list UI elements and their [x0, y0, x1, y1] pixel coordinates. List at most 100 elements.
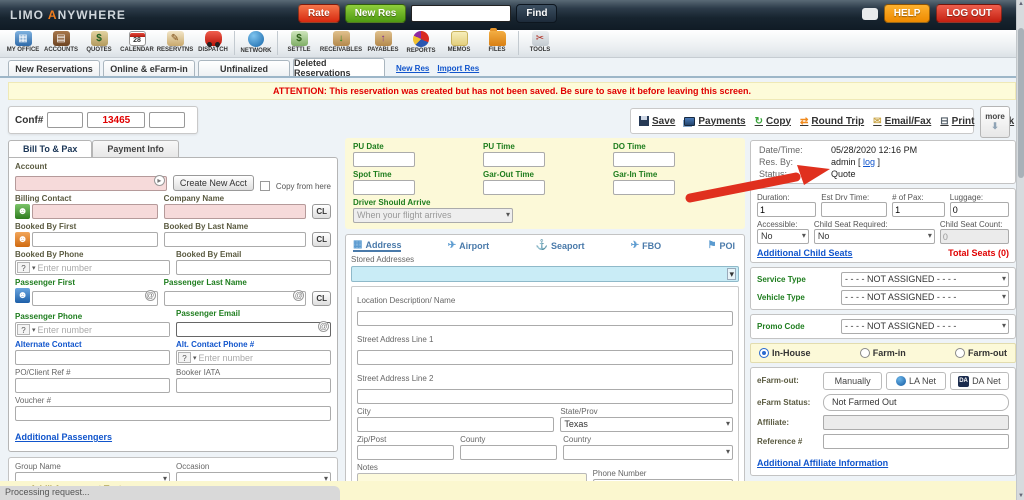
- zip-input[interactable]: [357, 445, 455, 460]
- tab-fbo[interactable]: ✈ FBO: [631, 239, 661, 252]
- new-res-link[interactable]: New Res: [396, 64, 429, 73]
- additional-affiliate-link[interactable]: Additional Affiliate Information: [757, 458, 888, 468]
- voucher-input[interactable]: [15, 406, 331, 421]
- farm-out-radio[interactable]: [955, 348, 965, 358]
- pu-time-input[interactable]: [483, 152, 545, 167]
- booked-by-phone-field[interactable]: ? ▾: [15, 260, 170, 275]
- booked-by-phone-input[interactable]: [37, 261, 169, 274]
- spot-time-input[interactable]: [353, 180, 415, 195]
- toolbar-dispatch[interactable]: DISPATCH: [194, 30, 232, 53]
- toolbar-memos[interactable]: MEMOS: [440, 30, 478, 53]
- tab-payment-info[interactable]: Payment Info: [92, 140, 179, 157]
- account-lookup-icon[interactable]: ▸: [153, 175, 165, 186]
- passenger-email-icon[interactable]: @: [318, 321, 329, 332]
- billing-contact-person-icon[interactable]: ☻: [15, 204, 30, 219]
- phone-country-code[interactable]: ?: [17, 262, 30, 273]
- conf-number-input[interactable]: [87, 112, 146, 128]
- tab-new-reservations[interactable]: New Reservations: [8, 60, 100, 76]
- duration-input[interactable]: [757, 202, 817, 217]
- booker-iata-input[interactable]: [176, 378, 331, 393]
- location-desc-input[interactable]: [357, 310, 733, 326]
- help-button[interactable]: HELP: [883, 4, 931, 23]
- scroll-down-icon[interactable]: ▼: [1017, 493, 1024, 499]
- passenger-last-input[interactable]: [163, 290, 307, 306]
- toolbar-settle[interactable]: $ SETTLE: [280, 30, 318, 53]
- street1-input[interactable]: [357, 349, 733, 365]
- toolbar-tools[interactable]: ✂ TOOLS: [521, 30, 559, 53]
- import-res-link[interactable]: Import Res: [437, 64, 479, 73]
- alt-contact-phone-field[interactable]: ? ▾: [176, 350, 331, 365]
- print-button[interactable]: ⊟ Print: [940, 116, 974, 127]
- copy-button[interactable]: ↻ Copy: [755, 116, 791, 127]
- account-input[interactable]: [15, 175, 167, 191]
- passenger-email-input[interactable]: [176, 321, 331, 337]
- passenger-clear-button[interactable]: CL: [312, 291, 332, 306]
- quick-search-input[interactable]: [411, 5, 512, 22]
- passenger-person-icon[interactable]: ☻: [15, 288, 30, 303]
- street2-input[interactable]: [357, 388, 733, 404]
- do-time-input[interactable]: [613, 152, 675, 167]
- conf-prefix-input[interactable]: [47, 112, 84, 128]
- farm-in-radio[interactable]: [859, 348, 870, 358]
- luggage-input[interactable]: [949, 202, 1009, 217]
- vehicle-type-select[interactable]: - - - - NOT ASSIGNED - - - -: [841, 290, 1009, 305]
- rate-button[interactable]: Rate: [298, 4, 340, 23]
- phone-country-code[interactable]: ?: [178, 352, 191, 363]
- passenger-last-contact-icon[interactable]: @: [293, 290, 305, 301]
- company-clear-button[interactable]: CL: [312, 204, 332, 219]
- reference-input[interactable]: [823, 434, 1009, 449]
- more-button[interactable]: more ⬇: [980, 106, 1010, 138]
- tab-address[interactable]: ▦ Address: [353, 239, 402, 252]
- scrollbar-thumb[interactable]: [1018, 28, 1024, 178]
- toolbar-reports[interactable]: REPORTS: [402, 30, 440, 54]
- county-input[interactable]: [460, 445, 558, 460]
- est-drv-time-input[interactable]: [821, 202, 888, 217]
- alt-contact-phone-input[interactable]: [198, 351, 330, 364]
- find-button[interactable]: Find: [516, 4, 558, 23]
- booked-by-email-input[interactable]: [176, 260, 331, 275]
- new-res-button[interactable]: New Res: [344, 4, 407, 23]
- tab-unfinalized[interactable]: Unfinalized: [198, 60, 290, 76]
- phone-dropdown-caret[interactable]: ▾: [191, 354, 199, 362]
- vertical-scrollbar[interactable]: ▲ ▼: [1016, 0, 1024, 500]
- toolbar-my-office[interactable]: ▦ MY OFFICE: [4, 30, 42, 53]
- tab-deleted-reservations[interactable]: Deleted Reservations: [293, 58, 385, 78]
- passenger-first-input[interactable]: [32, 290, 158, 306]
- da-net-button[interactable]: DA DA Net: [949, 372, 1009, 390]
- toolbar-receivables[interactable]: ↓ RECEIVABLES: [318, 30, 364, 53]
- passenger-phone-input[interactable]: [37, 323, 169, 336]
- phone-dropdown-caret[interactable]: ▾: [30, 264, 38, 272]
- toolbar-accounts[interactable]: ▤ ACCOUNTS: [42, 30, 80, 53]
- phone-dropdown-caret[interactable]: ▾: [30, 326, 38, 334]
- additional-child-seats-link[interactable]: Additional Child Seats: [757, 248, 853, 258]
- toolbar-files[interactable]: FILES: [478, 28, 516, 53]
- log-link[interactable]: log: [863, 157, 875, 167]
- conf-suffix-input[interactable]: [149, 112, 186, 128]
- tab-poi[interactable]: ⚑ POI: [707, 239, 734, 252]
- country-select[interactable]: [563, 445, 733, 460]
- la-net-button[interactable]: LA Net: [886, 372, 946, 390]
- logout-button[interactable]: LOG OUT: [936, 4, 1002, 23]
- gar-in-time-input[interactable]: [613, 180, 675, 195]
- service-type-select[interactable]: - - - - NOT ASSIGNED - - - -: [841, 272, 1009, 287]
- pax-input[interactable]: [892, 202, 945, 217]
- tab-online-efarm-in[interactable]: Online & eFarm-in: [103, 60, 195, 76]
- toolbar-network[interactable]: NETWORK: [237, 30, 275, 54]
- passenger-phone-field[interactable]: ? ▾: [15, 322, 170, 337]
- additional-passengers-link[interactable]: Additional Passengers: [15, 432, 112, 442]
- save-button[interactable]: Save: [639, 116, 675, 127]
- create-new-acct-button[interactable]: Create New Acct: [172, 175, 254, 191]
- child-seat-required-select[interactable]: No: [813, 229, 935, 244]
- email-fax-button[interactable]: ✉ Email/Fax: [873, 116, 931, 127]
- accessible-select[interactable]: No: [757, 229, 809, 244]
- toolbar-payables[interactable]: ↑ PAYABLES: [364, 30, 402, 53]
- booked-by-last-input[interactable]: [163, 232, 307, 247]
- gar-out-time-input[interactable]: [483, 180, 545, 195]
- city-input[interactable]: [357, 417, 555, 432]
- company-name-input[interactable]: [163, 204, 307, 219]
- tab-airport[interactable]: ✈ Airport: [448, 239, 489, 252]
- tab-seaport[interactable]: ⚓ Seaport: [535, 239, 584, 252]
- copy-from-here-checkbox[interactable]: [259, 181, 270, 191]
- toolbar-quotes[interactable]: $ QUOTES: [80, 30, 118, 53]
- billing-contact-input[interactable]: [32, 204, 158, 219]
